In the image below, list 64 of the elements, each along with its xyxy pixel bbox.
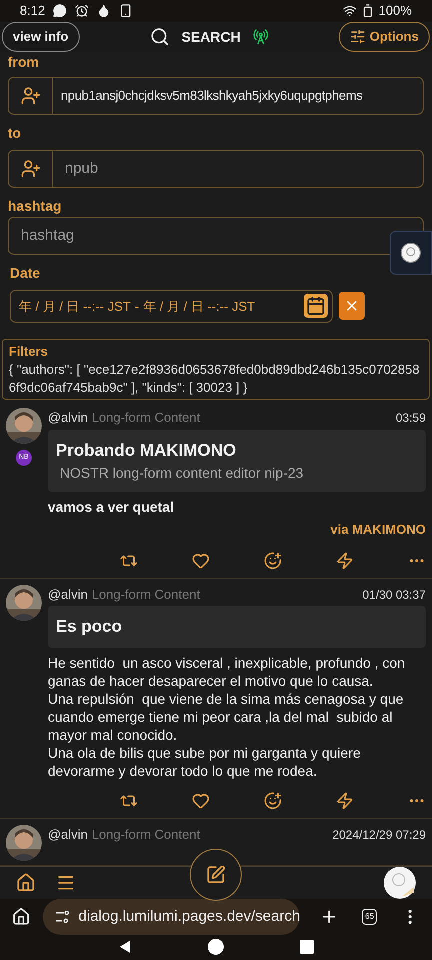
- post-kind: Long-form Content: [92, 409, 200, 428]
- options-button[interactable]: Options: [338, 22, 430, 52]
- author-name[interactable]: @alvin: [48, 408, 88, 428]
- article-summary: NOSTR long-form content editor nip-23: [59, 464, 305, 484]
- profile-avatar[interactable]: [384, 866, 416, 899]
- field-label: hashtag: [8, 196, 63, 216]
- heart-icon[interactable]: [192, 552, 210, 570]
- date-range-field[interactable]: 年 / 月 / 日 --:-- JST - 年 / 月 / 日 --:-- JST: [10, 290, 333, 323]
- post-kind: Long-form Content: [92, 586, 200, 604]
- emoji-reaction-icon[interactable]: [264, 792, 282, 810]
- field-label: Date: [10, 264, 42, 283]
- battery-level: 100%: [378, 2, 412, 20]
- home-button-icon[interactable]: [208, 939, 224, 956]
- user-plus-icon: [20, 158, 40, 179]
- browser-home-icon[interactable]: [12, 906, 31, 927]
- emoji-reaction-icon[interactable]: [264, 552, 282, 570]
- heart-icon[interactable]: [192, 792, 210, 810]
- author-name[interactable]: @alvin: [48, 824, 88, 844]
- field-label: to: [8, 124, 22, 143]
- user-plus-icon: [20, 86, 40, 106]
- post-kind: Long-form Content: [92, 826, 200, 844]
- author-name[interactable]: @alvin: [48, 584, 88, 604]
- input-placeholder: npub: [65, 158, 98, 179]
- post-text: vamos a ver quetal: [48, 498, 176, 516]
- sliders-icon: [350, 29, 366, 46]
- filters-label: Filters: [9, 342, 50, 361]
- filters-json: { "authors": [ "ece127e2f8936d0653678fed0bd89dbd246b135c07028586f9dc06af745bab9c" ], "kinds": [ 30023 ] }: [9, 361, 421, 398]
- post-time: 2024/12/29 07:29: [332, 826, 426, 844]
- recents-icon[interactable]: [300, 940, 314, 954]
- address-bar[interactable]: dialog.lumilumi.pages.dev/search: [42, 898, 300, 935]
- phone-icon: [119, 4, 134, 18]
- field-label: from: [8, 52, 40, 72]
- drop-icon: [97, 4, 112, 18]
- status-time: 8:12: [20, 2, 46, 20]
- tab-count[interactable]: 65: [362, 908, 378, 925]
- post-time: 01/30 03:37: [362, 586, 426, 604]
- input-field[interactable]: npub1ansj0chcjdksv5m83lkshkyah5jxky6uqupgtphems: [8, 76, 424, 115]
- search-icon: [150, 27, 170, 48]
- calendar-icon[interactable]: [304, 294, 328, 318]
- input-placeholder: hashtag: [21, 226, 74, 246]
- compose-icon: [206, 864, 226, 885]
- home-icon[interactable]: [16, 872, 36, 893]
- back-icon[interactable]: [118, 940, 132, 954]
- clear-date-button[interactable]: [339, 292, 365, 320]
- post-text: He sentido un asco visceral , inexplicable, profundo , con ganas de hacer desaparecer el motivo que lo causa. Una repulsión que viene de la sima más cenagosa y que cuando emerge tiene mi peor cara ,la del mal subido al mayor mal conocido. Una ola de bilis que sube por mi garganta y quiere devorarme y devorar todo lo que me rodea.: [48, 654, 406, 780]
- wifi-icon: [342, 4, 357, 18]
- article-title: Probando MAKIMONO: [56, 440, 238, 462]
- article-title: Es poco: [56, 616, 124, 638]
- chat-icon: [53, 4, 68, 18]
- zap-icon[interactable]: [336, 792, 354, 810]
- via-link[interactable]: via MAKIMONO: [330, 520, 426, 540]
- avatar-icon[interactable]: [401, 243, 421, 263]
- site-settings-icon: [54, 910, 71, 923]
- zap-icon[interactable]: [336, 552, 354, 570]
- post-time: 03:59: [396, 410, 426, 428]
- view-info-button[interactable]: view info: [2, 22, 80, 52]
- article-card[interactable]: Probando MAKIMONO NOSTR long-form content editor nip-23: [48, 430, 426, 492]
- input-field[interactable]: npub: [8, 150, 424, 188]
- radio-tower-icon: [252, 29, 269, 46]
- input-value: npub1ansj0chcjdksv5m83lkshkyah5jxky6uqupgtphems: [61, 87, 363, 106]
- article-card[interactable]: Es poco: [48, 606, 426, 648]
- input-field[interactable]: hashtag: [8, 216, 424, 255]
- alarm-icon: [75, 4, 90, 18]
- page-title: SEARCH: [182, 28, 241, 47]
